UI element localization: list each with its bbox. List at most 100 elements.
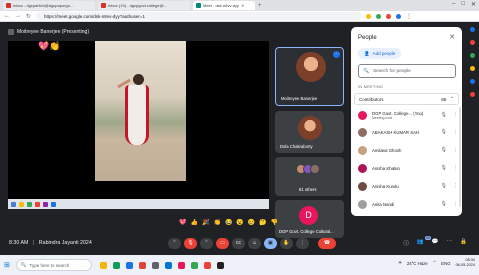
reaction-button[interactable]: 🤔 — [259, 219, 266, 226]
info-icon[interactable]: ⓘ — [403, 239, 409, 247]
sidebar-app-icon[interactable] — [470, 79, 475, 84]
participant-row[interactable]: DGP Govt. College... (You) Meeting host 🎙… — [358, 108, 458, 122]
extension-icon[interactable] — [376, 13, 382, 19]
minimize-button[interactable]: – — [452, 1, 455, 8]
participant-row[interactable]: Anisha Khatun 🎙 ⋮ — [358, 161, 458, 175]
more-options-icon[interactable]: ⋮ — [453, 147, 458, 153]
app-icon[interactable] — [125, 261, 133, 269]
mic-off-icon[interactable]: 🎙 — [441, 183, 447, 189]
mic-off-icon[interactable]: 🎙 — [441, 165, 447, 171]
add-person-icon: 👤 — [364, 50, 370, 56]
video-options-icon[interactable]: ⌃ — [200, 238, 213, 249]
camera-off-button[interactable]: ▭ — [216, 238, 229, 249]
host-controls-icon[interactable]: 🔒 — [460, 239, 467, 247]
sidebar-app-icon[interactable] — [470, 27, 475, 32]
windows-start-icon[interactable]: ⊞ — [4, 261, 10, 269]
profile-avatar[interactable] — [396, 13, 402, 19]
mic-off-icon[interactable]: 🎙 — [441, 129, 447, 135]
browser-tab-inbox-1[interactable]: Inbox - dgcpartich@dgcpapurgo... — [3, 1, 95, 10]
reaction-button[interactable]: 😮 — [236, 219, 243, 226]
browser-menu-icon[interactable]: ⋮ — [406, 13, 412, 20]
app-icon[interactable] — [190, 261, 198, 269]
more-options-button[interactable]: ⋮ — [296, 238, 309, 249]
raise-hand-button[interactable]: ✋ — [280, 238, 293, 249]
forward-icon[interactable]: → — [15, 13, 21, 19]
sidebar-app-icon[interactable] — [470, 53, 475, 58]
chat-icon[interactable]: 💬 — [432, 239, 439, 247]
app-icon[interactable] — [138, 261, 146, 269]
sidebar-app-icon[interactable] — [470, 40, 475, 45]
close-icon[interactable]: ✕ — [449, 33, 455, 41]
meeting-side-controls: ⓘ 👥 💬 ⋯ 🔒 — [403, 239, 467, 247]
contributors-group[interactable]: Contributors 85 ⌃ — [354, 93, 459, 105]
search-icon: 🔍 — [363, 68, 369, 74]
participant-row[interactable]: ABAKASH KUMAR SAH 🎙 ⋮ — [358, 125, 458, 139]
avatar — [310, 164, 320, 174]
add-people-button[interactable]: 👤 Add people — [358, 48, 402, 59]
browser-tab-bar: Inbox - dgcpartich@dgcpapurgo... Inbox (… — [0, 0, 479, 11]
clock-date: 06-05-2024 — [455, 263, 475, 267]
more-options-icon[interactable]: ⋮ — [453, 129, 458, 135]
participant-tile-presenter[interactable]: ⋯ Moitreyee Banerjee — [275, 47, 344, 106]
close-window-button[interactable]: ✕ — [471, 1, 476, 8]
activities-icon[interactable]: ⋯ — [447, 239, 453, 247]
weather-icon[interactable]: ☀ — [398, 260, 402, 266]
search-people-input[interactable]: 🔍 Search for people — [358, 64, 456, 78]
maximize-button[interactable]: □ — [461, 1, 465, 8]
app-icon[interactable] — [164, 261, 172, 269]
mic-off-icon[interactable]: 🎙 — [441, 201, 447, 207]
people-icon[interactable]: 👥 — [417, 239, 424, 247]
panel-scrollbar[interactable] — [459, 107, 461, 207]
reload-icon[interactable]: ↻ — [26, 13, 31, 20]
leave-call-button[interactable]: ☎ — [318, 238, 336, 249]
app-icon[interactable] — [112, 261, 120, 269]
close-tab-icon[interactable]: ✕ — [241, 3, 244, 8]
address-bar-row: ← → ↻ https://meet.google.com/dsk-n8vv-d… — [0, 11, 479, 22]
extension-icon[interactable] — [366, 13, 372, 19]
more-options-icon[interactable]: ⋮ — [453, 201, 458, 207]
mic-off-button[interactable]: 🎙 — [184, 238, 197, 249]
reaction-button[interactable]: 👎 — [271, 219, 278, 226]
mic-off-icon[interactable]: 🎙 — [441, 147, 447, 153]
app-icon[interactable] — [99, 261, 107, 269]
emoji-reaction-button[interactable]: ☺ — [248, 238, 261, 249]
sidebar-app-icon[interactable] — [470, 92, 475, 97]
reaction-button[interactable]: 👍 — [190, 219, 197, 226]
participant-row[interactable]: Anita Nandi 🎙 ⋮ — [358, 197, 458, 211]
reaction-button[interactable]: 😂 — [225, 219, 232, 226]
others-tile[interactable]: 81 others — [275, 157, 344, 196]
captions-button[interactable]: cc — [232, 238, 245, 249]
present-button[interactable]: ▣ — [264, 238, 277, 249]
more-options-icon[interactable]: ⋮ — [453, 165, 458, 171]
tray-overflow-icon[interactable]: ⌃ — [433, 260, 437, 266]
sidebar-app-icon[interactable] — [470, 66, 475, 71]
screen: Inbox - dgcpartich@dgcpapurgo... Inbox (… — [0, 0, 479, 275]
language-indicator[interactable]: ENG — [441, 261, 450, 266]
participant-tile[interactable]: Dola Chakraborty — [275, 111, 344, 153]
extension-icon[interactable] — [386, 13, 392, 19]
shared-screen-taskbar — [8, 199, 269, 209]
back-icon[interactable]: ← — [4, 13, 10, 19]
app-icon — [27, 201, 32, 207]
reaction-button[interactable]: 👏 — [213, 219, 220, 226]
reaction-button[interactable]: 🎉 — [202, 219, 209, 226]
app-icon[interactable] — [203, 261, 211, 269]
reaction-button[interactable]: 💖 — [179, 219, 186, 226]
browser-tab-inbox-2[interactable]: Inbox (19) - dgcpgovt.college@... — [98, 1, 190, 10]
clock[interactable]: 08:30 06-05-2024 — [456, 258, 475, 268]
participant-row[interactable]: Anisha Kundu 🎙 ⋮ — [358, 179, 458, 193]
taskbar-search-input[interactable]: 🔍 Type here to search — [15, 259, 92, 271]
avatar — [358, 145, 367, 155]
audio-device-icon[interactable]: ⌃ — [168, 238, 181, 249]
more-options-icon[interactable]: ⋮ — [453, 183, 458, 189]
url-input[interactable]: https://meet.google.com/dsk-n8vv-dyy?aut… — [36, 12, 362, 20]
mic-off-icon[interactable]: 🎙 — [441, 112, 447, 118]
more-options-icon[interactable]: ⋮ — [453, 112, 458, 118]
new-tab-button[interactable]: + — [258, 3, 262, 9]
app-icon[interactable] — [151, 261, 159, 269]
reaction-button[interactable]: 😢 — [248, 219, 255, 226]
browser-tab-meet[interactable]: Meet - dsk-n8vv-dyy ✕ — [193, 1, 255, 10]
participant-row[interactable]: Amitava Ghosh 🎙 ⋮ — [358, 143, 458, 157]
app-icon[interactable] — [216, 261, 224, 269]
app-icon[interactable] — [177, 261, 185, 269]
